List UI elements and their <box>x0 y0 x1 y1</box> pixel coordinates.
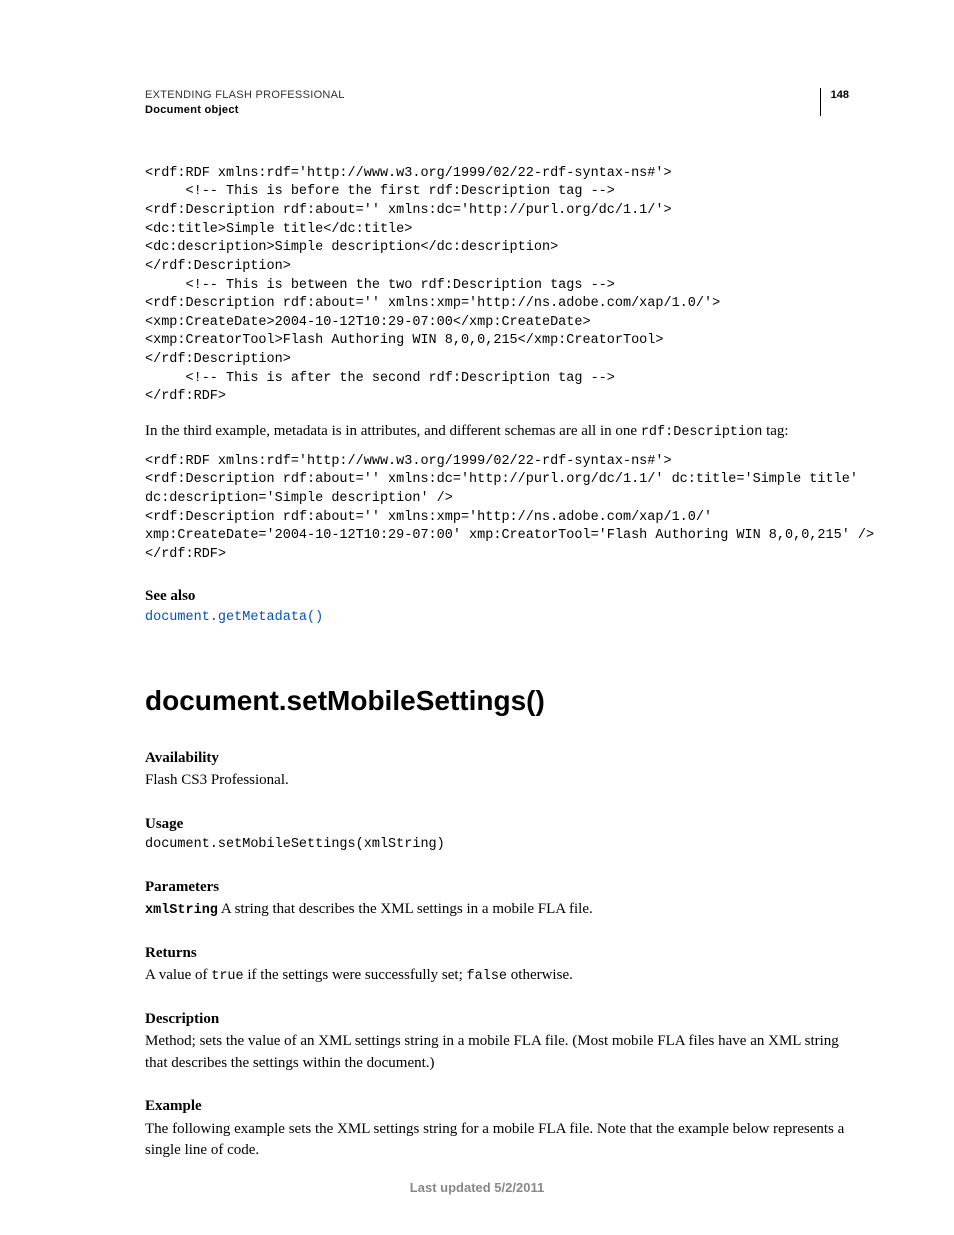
usage-code: document.setMobileSettings(xmlString) <box>145 836 849 855</box>
page-header: EXTENDING FLASH PROFESSIONAL Document ob… <box>145 88 849 119</box>
para-text: In the third example, metadata is in att… <box>145 423 641 439</box>
see-also-link[interactable]: document.getMetadata() <box>145 609 849 627</box>
example-label: Example <box>145 1096 849 1116</box>
param-desc: A string that describes the XML settings… <box>218 901 593 917</box>
text: otherwise. <box>507 967 573 983</box>
inline-code: rdf:Description <box>641 425 763 440</box>
para-text: tag: <box>762 423 788 439</box>
parameters-label: Parameters <box>145 877 849 897</box>
inline-code: false <box>467 969 508 984</box>
description-text: Method; sets the value of an XML setting… <box>145 1031 849 1075</box>
param-name: xmlString <box>145 903 218 918</box>
doc-title: EXTENDING FLASH PROFESSIONAL <box>145 88 345 103</box>
method-heading: document.setMobileSettings() <box>145 682 849 720</box>
doc-section: Document object <box>145 103 345 118</box>
text: A value of <box>145 967 211 983</box>
header-left: EXTENDING FLASH PROFESSIONAL Document ob… <box>145 88 345 119</box>
code-block-1: <rdf:RDF xmlns:rdf='http://www.w3.org/19… <box>145 165 849 407</box>
returns-label: Returns <box>145 943 849 963</box>
code-block-2: <rdf:RDF xmlns:rdf='http://www.w3.org/19… <box>145 453 849 565</box>
parameters-text: xmlString A string that describes the XM… <box>145 899 849 921</box>
page-number: 148 <box>831 88 849 103</box>
footer-updated: Last updated 5/2/2011 <box>0 1179 954 1197</box>
description-label: Description <box>145 1009 849 1029</box>
availability-text: Flash CS3 Professional. <box>145 770 849 792</box>
inline-code: true <box>211 969 243 984</box>
paragraph-intro: In the third example, metadata is in att… <box>145 421 849 443</box>
example-text: The following example sets the XML setti… <box>145 1119 849 1163</box>
see-also-label: See also <box>145 586 849 606</box>
availability-label: Availability <box>145 748 849 768</box>
returns-text: A value of true if the settings were suc… <box>145 965 849 987</box>
page-number-wrap: 148 <box>820 88 849 116</box>
text: if the settings were successfully set; <box>244 967 467 983</box>
usage-label: Usage <box>145 814 849 834</box>
